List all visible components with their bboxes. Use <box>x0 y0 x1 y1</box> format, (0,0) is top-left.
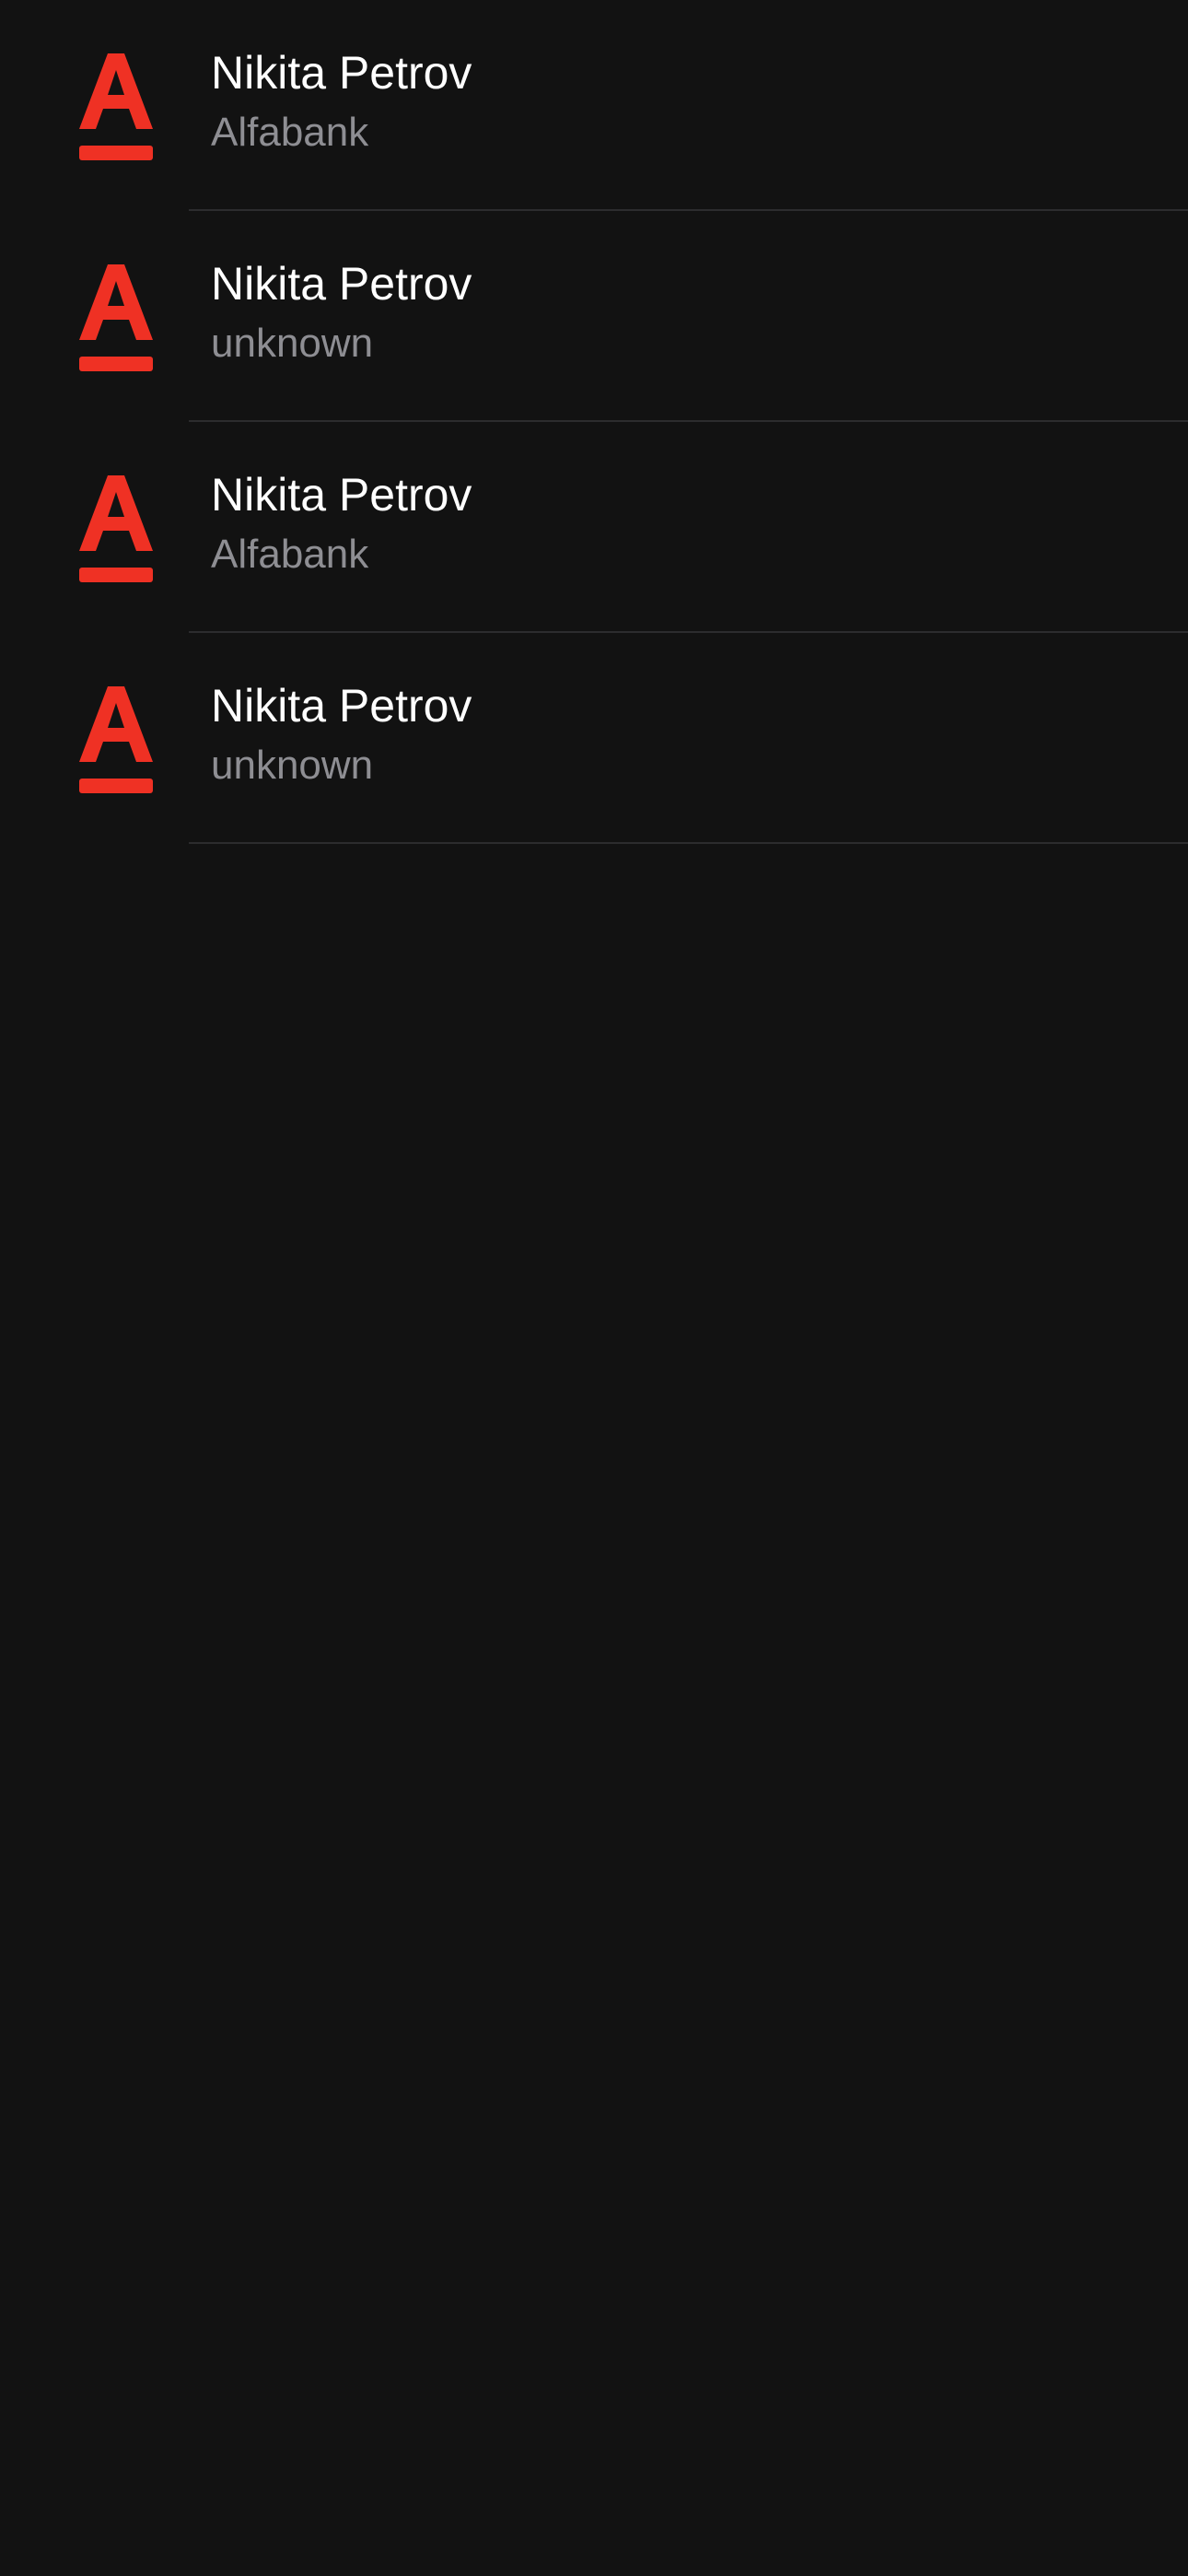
contact-list: Nikita Petrov Alfabank Nikita Petrov unk… <box>0 0 1188 844</box>
contact-name: Nikita Petrov <box>211 469 472 521</box>
contact-bank: unknown <box>211 321 374 366</box>
list-item[interactable]: Nikita Petrov Alfabank <box>0 0 1188 211</box>
alfabank-logo-icon <box>79 264 153 373</box>
alfabank-logo-icon <box>79 686 153 795</box>
alfabank-logo-icon <box>79 475 153 584</box>
contact-name: Nikita Petrov <box>211 680 472 732</box>
alfabank-logo-icon <box>79 53 153 162</box>
list-item[interactable]: Nikita Petrov unknown <box>0 211 1188 422</box>
contact-bank: Alfabank <box>211 532 369 577</box>
contact-name: Nikita Petrov <box>211 47 472 99</box>
list-item[interactable]: Nikita Petrov unknown <box>0 633 1188 844</box>
contact-bank: Alfabank <box>211 110 369 155</box>
contact-name: Nikita Petrov <box>211 258 472 310</box>
row-separator <box>189 842 1188 844</box>
list-item[interactable]: Nikita Petrov Alfabank <box>0 422 1188 633</box>
contact-bank: unknown <box>211 743 374 788</box>
